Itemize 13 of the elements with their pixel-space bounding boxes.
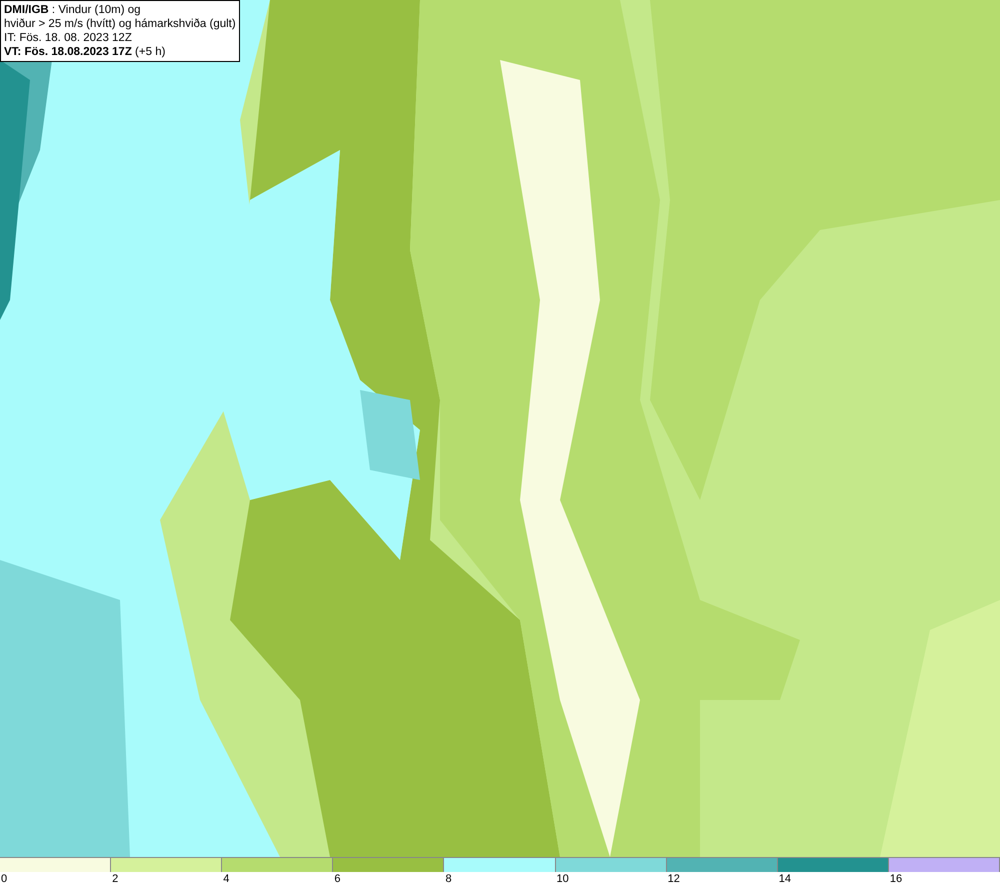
legend-label: 16: [888, 872, 902, 886]
legend-label: 0: [0, 872, 8, 886]
info-text: VT: Fös. 18.08.2023 17Z (+5 h): [4, 45, 166, 59]
legend-label: 4: [222, 872, 230, 886]
info-text: IT: Fös. 18. 08. 2023 12Z: [4, 31, 133, 45]
legend-label: 14: [778, 872, 792, 886]
legend-label: 12: [666, 872, 680, 886]
info-text: DMI/IGB : Vindur (10m) og: [4, 3, 142, 17]
legend-label: 6: [333, 872, 340, 886]
legend-label: 2: [111, 872, 118, 886]
legend-label: 10: [556, 872, 569, 886]
info-text: hviður > 25 m/s (hvítt) og hámarkshviða (gult): [4, 17, 236, 31]
legend-label: 8: [444, 872, 452, 886]
